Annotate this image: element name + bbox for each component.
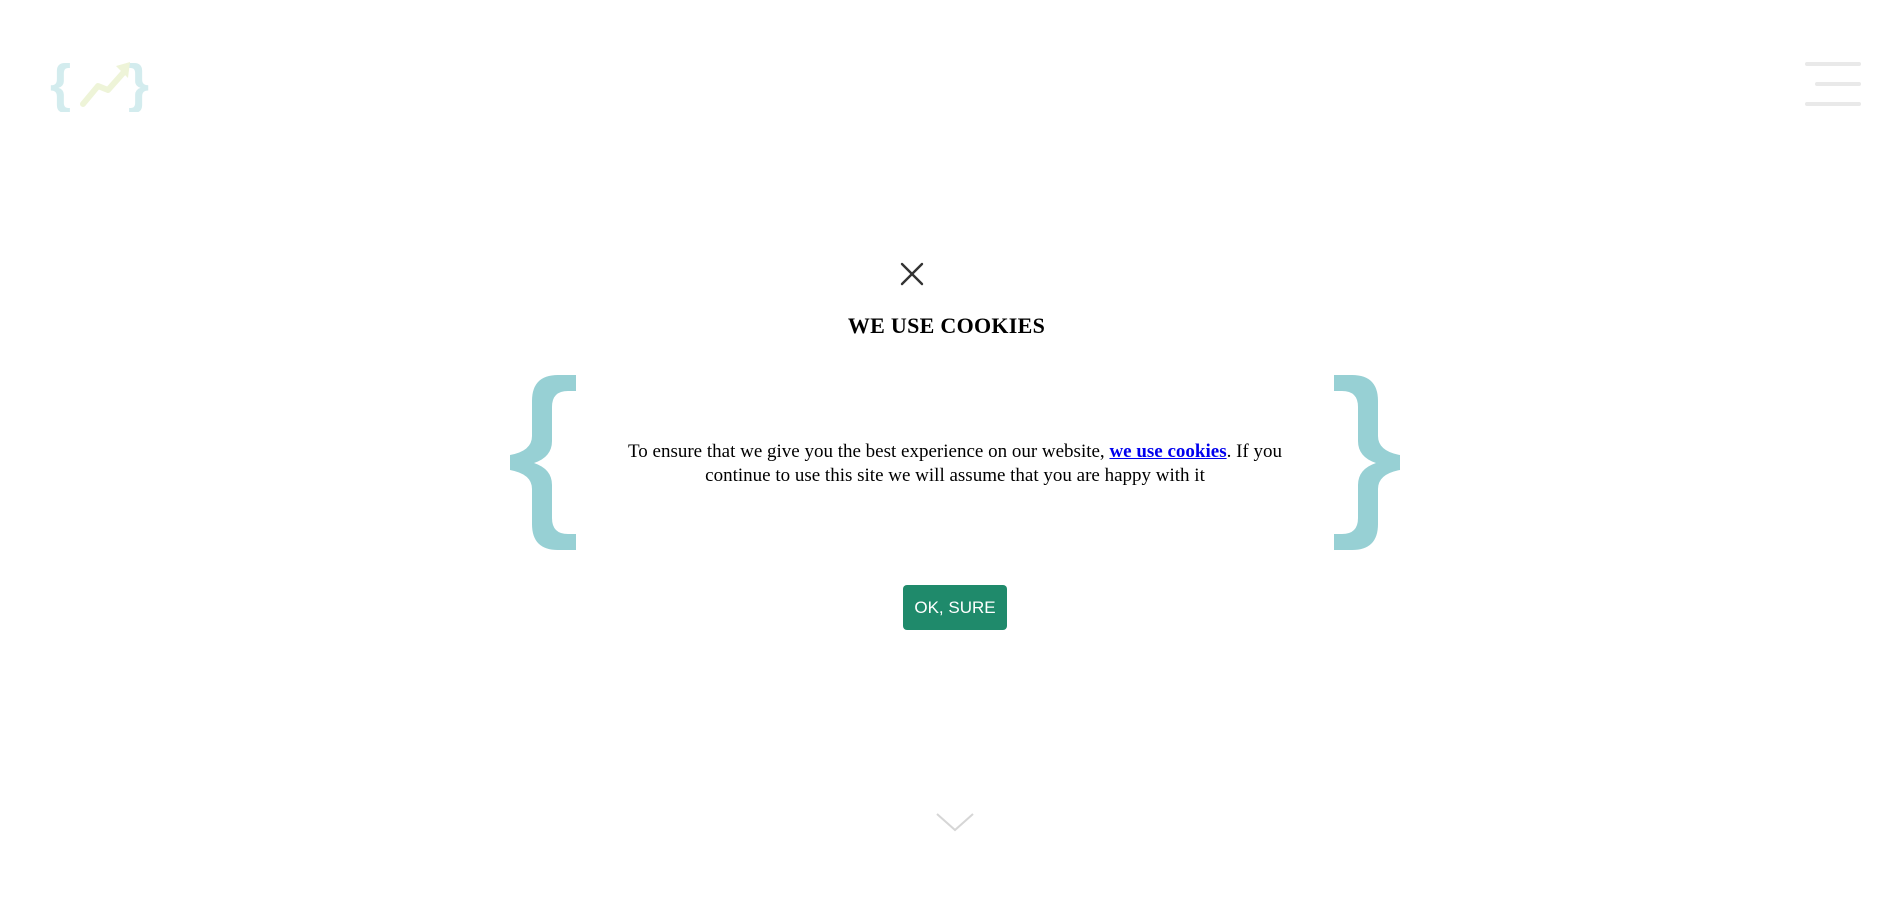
menu-line	[1805, 62, 1861, 66]
menu-line	[1805, 102, 1861, 106]
accept-cookies-button[interactable]: OK, SURE	[903, 585, 1007, 630]
cookie-modal-text: To ensure that we give you the best expe…	[600, 440, 1310, 488]
menu-line	[1815, 82, 1861, 86]
cookie-text-start: To ensure that we give you the best expe…	[628, 441, 1110, 462]
hamburger-menu-icon[interactable]	[1801, 62, 1861, 106]
close-icon[interactable]	[898, 260, 926, 288]
chevron-down-icon[interactable]	[935, 810, 975, 834]
svg-text:{: {	[50, 56, 71, 112]
site-logo[interactable]: { }	[50, 54, 155, 114]
svg-text:}: }	[128, 56, 149, 112]
right-brace-icon	[1330, 375, 1400, 550]
left-brace-icon	[510, 375, 580, 550]
cookie-modal-title: WE USE COOKIES	[847, 313, 1046, 338]
cookie-policy-link[interactable]: we use cookies	[1109, 441, 1226, 462]
